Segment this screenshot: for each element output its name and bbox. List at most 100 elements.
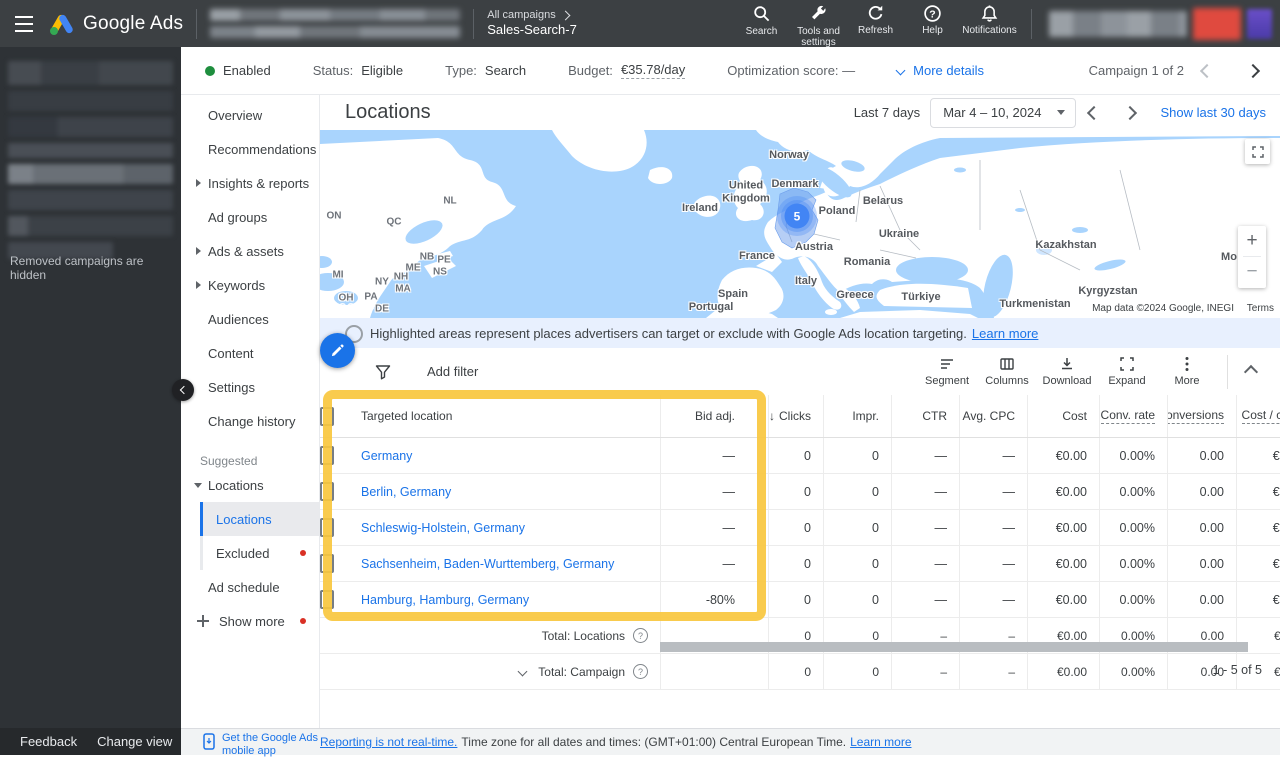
reporting-link[interactable]: Reporting is not real-time. (320, 735, 457, 749)
location-link[interactable]: Germany (361, 449, 412, 463)
notification-dot (300, 550, 306, 556)
map-terms-link[interactable]: Terms (1247, 303, 1274, 314)
help-button[interactable]: ? Help (904, 4, 961, 37)
show-more-button[interactable]: Show more (181, 604, 319, 638)
blurred-campaign-row-selected[interactable] (8, 164, 173, 184)
nav-item-recommendations[interactable]: Recommendations (181, 132, 319, 166)
breadcrumb[interactable]: All campaigns Sales-Search-7 (487, 9, 577, 39)
learn-more-link[interactable]: Learn more (972, 326, 1038, 341)
help-circle-icon[interactable] (633, 664, 648, 679)
nav-item-settings[interactable]: Settings (181, 370, 319, 404)
previous-campaign-button[interactable] (1200, 63, 1214, 77)
more-button[interactable]: More (1157, 356, 1217, 387)
blurred-campaign-row[interactable] (8, 216, 173, 236)
fullscreen-icon (1252, 146, 1264, 158)
blurred-campaign-row[interactable] (8, 91, 173, 111)
fullscreen-button[interactable] (1245, 139, 1270, 164)
col-bid-adj[interactable]: Bid adj. (695, 409, 735, 423)
nav-group-locations[interactable]: Locations (181, 468, 319, 502)
help-circle-icon[interactable] (633, 628, 648, 643)
previous-date-range-button[interactable] (1087, 105, 1101, 119)
col-conversions[interactable]: Conversions (1167, 408, 1224, 424)
edit-locations-button[interactable] (320, 333, 355, 368)
enabled-status-icon (205, 66, 215, 76)
enabled-label[interactable]: Enabled (223, 63, 271, 78)
download-button[interactable]: Download (1037, 356, 1097, 387)
nav-item-ad-groups[interactable]: Ad groups (181, 200, 319, 234)
targeting-map[interactable]: 5 Norway Denmark United Kingdom Ireland … (320, 130, 1280, 318)
more-details-button[interactable]: More details (897, 63, 984, 78)
nav-item-ad-schedule[interactable]: Ad schedule (181, 570, 319, 604)
location-link[interactable]: Sachsenheim, Baden-Wurttemberg, Germany (361, 557, 614, 571)
search-button[interactable]: Search (733, 4, 790, 38)
change-view-button[interactable]: Change view (97, 734, 172, 749)
nav-item-keywords[interactable]: Keywords (181, 268, 319, 302)
breadcrumb-parent[interactable]: All campaigns (487, 9, 555, 23)
row-checkbox[interactable] (320, 590, 334, 609)
blurred-campaign-row[interactable] (8, 61, 173, 85)
col-avg-cpc[interactable]: Avg. CPC (963, 409, 1015, 423)
footer-learn-more-link[interactable]: Learn more (850, 735, 911, 749)
col-targeted-location[interactable]: Targeted location (361, 409, 452, 423)
notifications-button[interactable]: Notifications (961, 4, 1018, 37)
map-label-country: Türkiye (901, 291, 940, 303)
nav-item-audiences[interactable]: Audiences (181, 302, 319, 336)
col-impr[interactable]: Impr. (852, 409, 879, 423)
sort-desc-icon: ↓ (769, 409, 775, 423)
dropdown-caret-icon (1057, 110, 1065, 115)
col-ctr[interactable]: CTR (922, 409, 947, 423)
blurred-campaign-row[interactable] (8, 117, 173, 137)
date-mode-label[interactable]: Last 7 days (854, 105, 921, 120)
blurred-campaign-row[interactable] (8, 143, 173, 158)
show-last-30-days-link[interactable]: Show last 30 days (1160, 105, 1266, 120)
add-filter-button[interactable]: Add filter (427, 364, 478, 379)
google-ads-logo[interactable]: Google Ads (49, 12, 183, 36)
nav-item-content[interactable]: Content (181, 336, 319, 370)
horizontal-scrollbar[interactable] (660, 642, 1248, 652)
next-date-range-button[interactable] (1123, 105, 1137, 119)
zoom-out-button[interactable]: − (1238, 257, 1266, 287)
map-label-region: QC (387, 217, 402, 228)
expand-total-icon[interactable] (518, 667, 528, 677)
mobile-app-promo[interactable]: Get the Google Ads mobile app (181, 729, 320, 758)
row-checkbox[interactable] (320, 554, 334, 573)
account-name-blurred[interactable] (210, 9, 460, 38)
budget-value[interactable]: €35.78/day (621, 62, 685, 79)
expand-button[interactable]: Expand (1097, 356, 1157, 387)
next-campaign-button[interactable] (1246, 63, 1260, 77)
page-title: Locations (345, 101, 431, 124)
nav-item-overview[interactable]: Overview (181, 98, 319, 132)
nav-item-ads-assets[interactable]: Ads & assets (181, 234, 319, 268)
feedback-button[interactable]: Feedback (20, 734, 77, 749)
nav-subitem-excluded[interactable]: Excluded (181, 536, 319, 570)
nav-item-insights-reports[interactable]: Insights & reports (181, 166, 319, 200)
col-conv-rate[interactable]: Conv. rate (1101, 408, 1155, 424)
refresh-button[interactable]: Refresh (847, 4, 904, 37)
collapse-panel-button[interactable] (172, 379, 194, 401)
location-link[interactable]: Berlin, Germany (361, 485, 451, 499)
filter-icon[interactable] (375, 364, 391, 380)
date-range-dropdown[interactable]: Mar 4 – 10, 2024 (930, 98, 1076, 128)
location-link[interactable]: Schleswig-Holstein, Germany (361, 521, 525, 535)
zoom-in-button[interactable]: + (1238, 226, 1266, 256)
segment-button[interactable]: Segment (917, 356, 977, 387)
blurred-campaign-row[interactable] (8, 190, 173, 210)
select-all-checkbox[interactable] (320, 407, 334, 426)
avatar[interactable] (1247, 9, 1272, 39)
row-checkbox[interactable] (320, 446, 334, 465)
notifications-label: Notifications (962, 25, 1016, 37)
col-cost[interactable]: Cost (1062, 409, 1087, 423)
row-checkbox[interactable] (320, 518, 334, 537)
columns-button[interactable]: Columns (977, 356, 1037, 387)
menu-icon[interactable] (15, 16, 33, 32)
tools-settings-button[interactable]: Tools and settings (790, 4, 847, 49)
col-clicks[interactable]: Clicks (779, 409, 811, 423)
location-cluster-marker[interactable]: 5 (785, 204, 810, 229)
expand-arrow-icon (196, 247, 201, 255)
col-cost-per-conv[interactable]: Cost / conv. (1242, 408, 1280, 424)
row-checkbox[interactable] (320, 482, 334, 501)
nav-subitem-locations[interactable]: Locations (181, 502, 319, 536)
location-link[interactable]: Hamburg, Hamburg, Germany (361, 593, 529, 607)
nav-item-change-history[interactable]: Change history (181, 404, 319, 438)
collapse-table-button[interactable] (1244, 364, 1258, 378)
